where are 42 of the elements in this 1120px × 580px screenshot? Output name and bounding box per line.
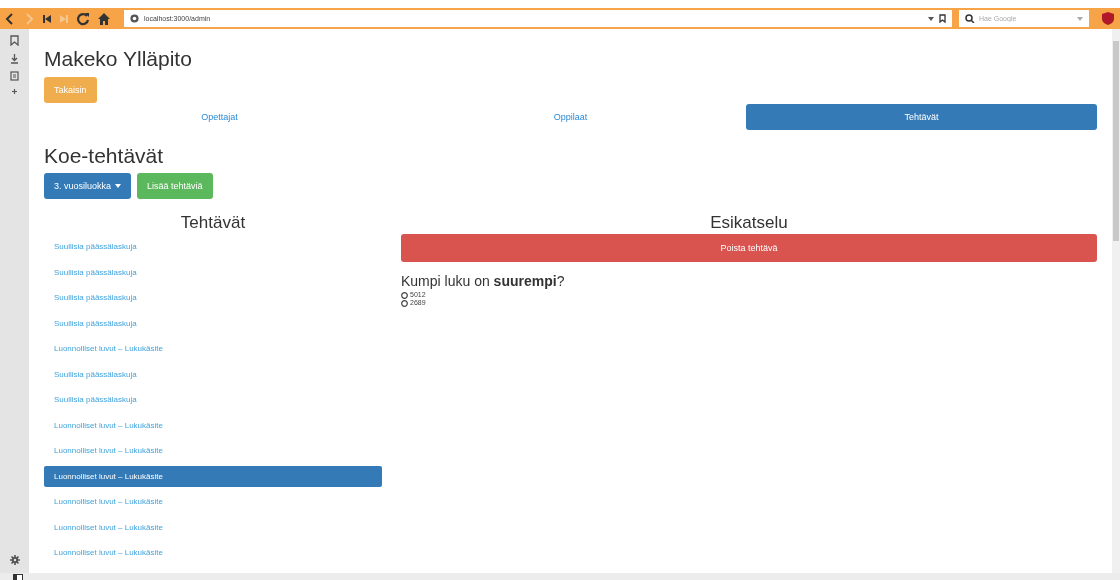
nav-tab[interactable]: Opettajat	[44, 104, 395, 130]
site-icon	[130, 14, 139, 23]
task-item[interactable]: Luonnolliset luvut – Lukukäsite	[44, 440, 382, 461]
tasks-heading: Tehtävät	[179, 213, 247, 233]
radio-button[interactable]	[401, 291, 408, 299]
radio-button[interactable]	[401, 299, 408, 307]
task-item[interactable]: Luonnolliset luvut – Lukukäsite	[44, 491, 382, 512]
notes-icon[interactable]	[10, 71, 19, 81]
dropdown-caret-icon[interactable]	[928, 16, 934, 21]
caret-icon	[115, 184, 122, 188]
shield-icon[interactable]	[1102, 12, 1114, 25]
page-title: Makeko Ylläpito	[44, 47, 193, 71]
settings-icon[interactable]	[9, 555, 20, 565]
home-icon[interactable]	[97, 11, 111, 26]
task-item[interactable]: Suullisia päässälaskuja	[44, 312, 382, 334]
plus-icon[interactable]	[11, 88, 18, 95]
task-item[interactable]: Suullisia päässälaskuja	[44, 389, 382, 410]
panel-toggle-icon[interactable]	[13, 573, 23, 580]
section-title: Koe-tehtävät	[44, 144, 165, 168]
task-item[interactable]: Suullisia päässälaskuja	[44, 363, 382, 385]
reload-icon[interactable]	[76, 11, 90, 26]
task-item[interactable]: Luonnolliset luvut – Lukukäsite	[44, 542, 382, 563]
task-item[interactable]: Luonnolliset luvut – Lukukäsite	[44, 414, 382, 436]
back-button[interactable]: Takaisin	[44, 77, 97, 103]
preview-heading: Esikatselu	[709, 213, 789, 233]
bookmark-icon[interactable]	[10, 35, 19, 46]
nav-tab[interactable]: Tehtävät	[746, 104, 1097, 130]
task-item[interactable]: Luonnolliset luvut – Lukukäsite	[44, 338, 382, 359]
rewind-icon[interactable]	[42, 13, 52, 24]
task-item[interactable]: Luonnolliset luvut – Lukukäsite	[44, 516, 382, 538]
back-icon[interactable]	[4, 11, 16, 26]
task-item[interactable]: Luonnolliset luvut – Lukukäsite	[44, 465, 382, 487]
bookmark-icon[interactable]	[939, 14, 946, 23]
add-tasks-button[interactable]: Lisää tehtäviä	[137, 173, 213, 199]
download-icon[interactable]	[10, 53, 19, 64]
nav-tab[interactable]: Oppilaat	[395, 104, 746, 130]
task-item[interactable]: Suullisia päässälaskuja	[44, 287, 382, 308]
question-text: Kumpi luku on suurempi?	[401, 273, 566, 289]
task-item[interactable]: Suullisia päässälaskuja	[44, 236, 382, 257]
delete-task-button[interactable]: Poista tehtävä	[401, 234, 1097, 262]
task-item[interactable]: Suullisia päässälaskuja	[44, 261, 382, 283]
grade-dropdown[interactable]: 3. vuosiluokka	[44, 173, 132, 199]
